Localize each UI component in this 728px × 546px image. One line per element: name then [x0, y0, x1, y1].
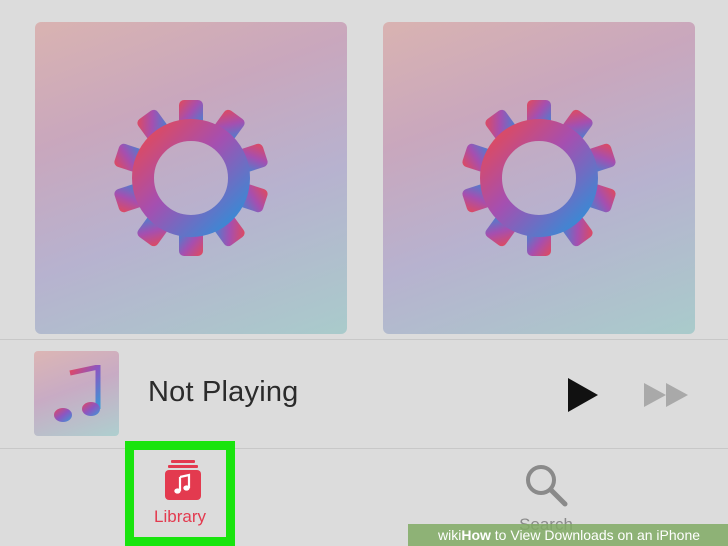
- watermark: wikiHow to View Downloads on an iPhone: [408, 524, 728, 546]
- now-playing-title: Not Playing: [148, 376, 299, 408]
- tab-library[interactable]: Library: [125, 441, 235, 546]
- library-icon: [165, 460, 201, 500]
- tab-library-label: Library: [154, 507, 206, 526]
- watermark-prefix: wiki: [438, 527, 462, 543]
- album-tile-1[interactable]: [35, 22, 347, 334]
- mini-player[interactable]: Not Playing: [0, 340, 728, 448]
- search-icon: [526, 465, 568, 507]
- watermark-text: to View Downloads on an iPhone: [490, 527, 701, 543]
- music-note-icon: [54, 365, 101, 422]
- album-tile-2[interactable]: [383, 22, 695, 334]
- watermark-bold: How: [461, 527, 491, 543]
- fast-forward-icon[interactable]: [642, 380, 690, 410]
- play-icon[interactable]: [566, 376, 600, 414]
- now-playing-artwork: [34, 351, 119, 436]
- gear-icon: [457, 96, 621, 260]
- gear-icon: [109, 96, 273, 260]
